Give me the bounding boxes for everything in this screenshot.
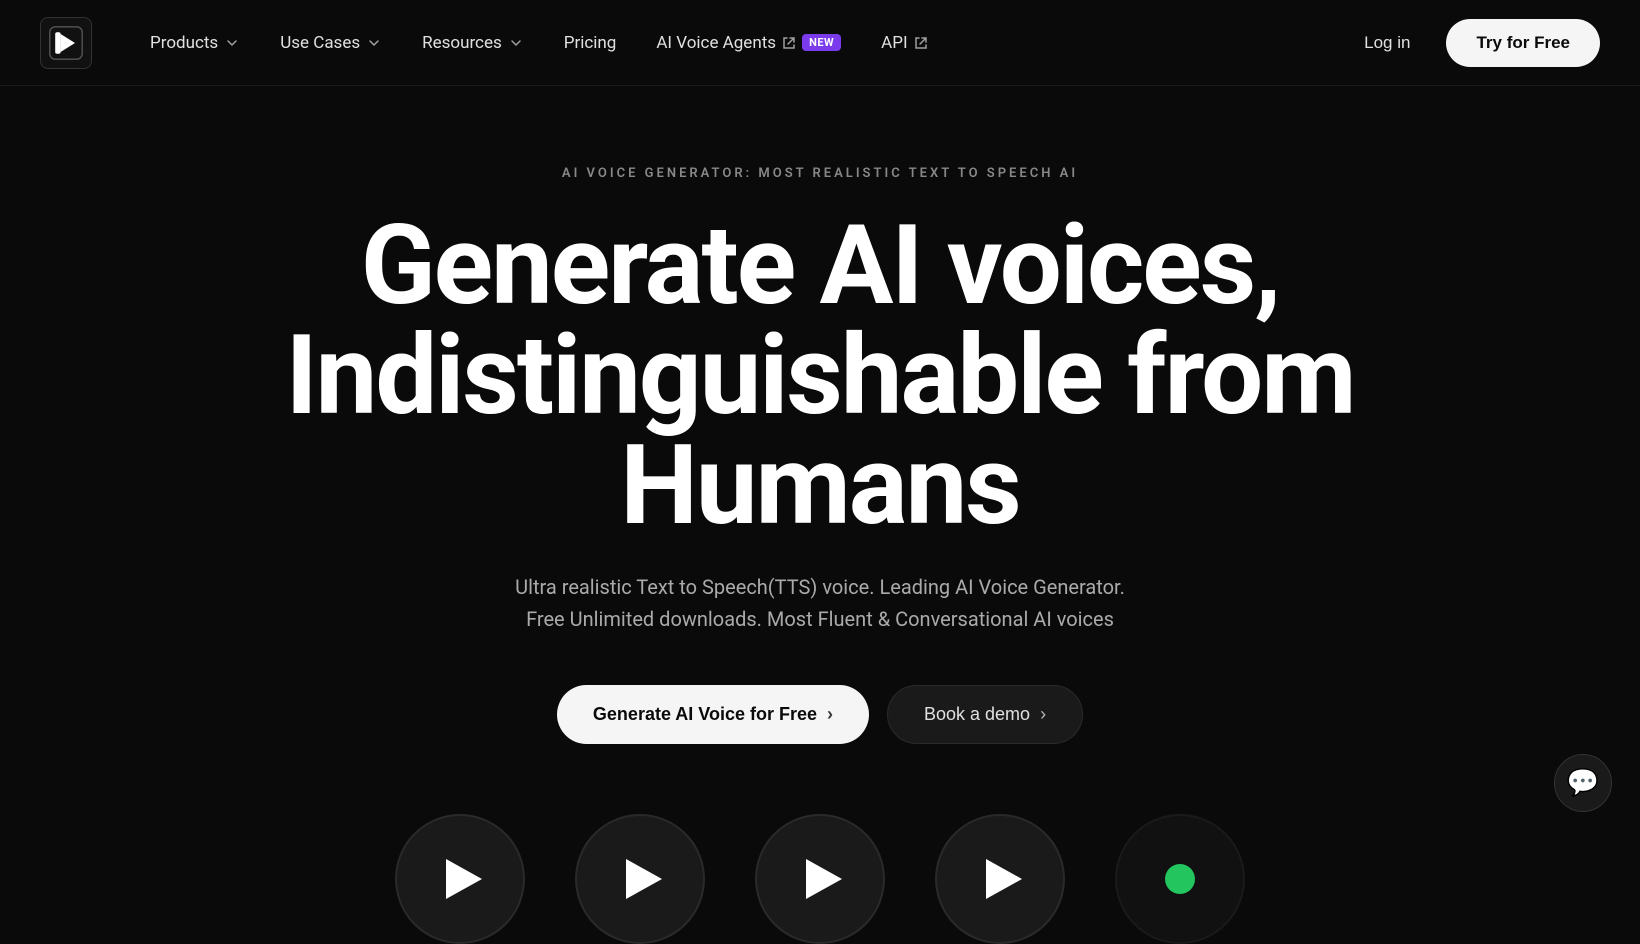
audio-player-1[interactable] <box>395 814 525 944</box>
hero-subtitle: Ultra realistic Text to Speech(TTS) voic… <box>515 571 1125 635</box>
nav-label-resources: Resources <box>422 33 502 53</box>
logo[interactable] <box>40 17 92 69</box>
audio-player-4[interactable] <box>935 814 1065 944</box>
external-link-icon <box>782 36 796 50</box>
navbar-left: Products Use Cases Resources <box>40 17 946 69</box>
generate-voice-label: Generate AI Voice for Free <box>593 704 817 725</box>
audio-players-row <box>0 814 1640 944</box>
generate-voice-button[interactable]: Generate AI Voice for Free › <box>557 685 869 744</box>
navbar-right: Log in Try for Free <box>1348 19 1600 67</box>
nav-label-use-cases: Use Cases <box>280 33 360 53</box>
audio-player-3[interactable] <box>755 814 885 944</box>
nav-item-resources[interactable]: Resources <box>404 23 542 63</box>
nav-item-products[interactable]: Products <box>132 23 258 63</box>
audio-player-2[interactable] <box>575 814 705 944</box>
arrow-icon: › <box>1040 704 1046 725</box>
chevron-down-icon <box>508 35 524 51</box>
nav-label-api: API <box>881 33 907 53</box>
chat-icon: 💬 <box>1567 768 1599 798</box>
hero-section: AI VOICE GENERATOR: MOST REALISTIC TEXT … <box>0 86 1640 814</box>
nav-label-ai-voice-agents: AI Voice Agents <box>656 33 776 53</box>
nav-item-pricing[interactable]: Pricing <box>546 23 635 63</box>
arrow-icon: › <box>827 704 833 725</box>
hero-title: Generate AI voices, Indistinguishable fr… <box>285 211 1354 541</box>
nav-item-ai-voice-agents[interactable]: AI Voice Agents NEW <box>638 23 859 63</box>
hero-title-line3: Humans <box>620 421 1020 550</box>
play-icon <box>986 859 1022 899</box>
book-demo-label: Book a demo <box>924 704 1030 725</box>
chat-bubble-button[interactable]: 💬 <box>1554 754 1612 812</box>
play-icon <box>446 859 482 899</box>
nav-label-products: Products <box>150 33 218 53</box>
active-indicator <box>1165 864 1195 894</box>
try-free-button[interactable]: Try for Free <box>1446 19 1600 67</box>
hero-eyebrow: AI VOICE GENERATOR: MOST REALISTIC TEXT … <box>562 166 1078 181</box>
external-link-icon <box>914 36 928 50</box>
main-nav: Products Use Cases Resources <box>132 23 946 63</box>
navbar: Products Use Cases Resources <box>0 0 1640 86</box>
chevron-down-icon <box>366 35 382 51</box>
audio-player-5[interactable] <box>1115 814 1245 944</box>
new-badge: NEW <box>802 34 841 51</box>
chevron-down-icon <box>224 35 240 51</box>
nav-label-pricing: Pricing <box>564 33 617 53</box>
nav-item-use-cases[interactable]: Use Cases <box>262 23 400 63</box>
login-button[interactable]: Log in <box>1348 25 1426 61</box>
hero-buttons: Generate AI Voice for Free › Book a demo… <box>557 685 1083 744</box>
nav-item-api[interactable]: API <box>863 23 945 63</box>
play-icon <box>806 859 842 899</box>
play-icon <box>626 859 662 899</box>
book-demo-button[interactable]: Book a demo › <box>887 685 1083 744</box>
